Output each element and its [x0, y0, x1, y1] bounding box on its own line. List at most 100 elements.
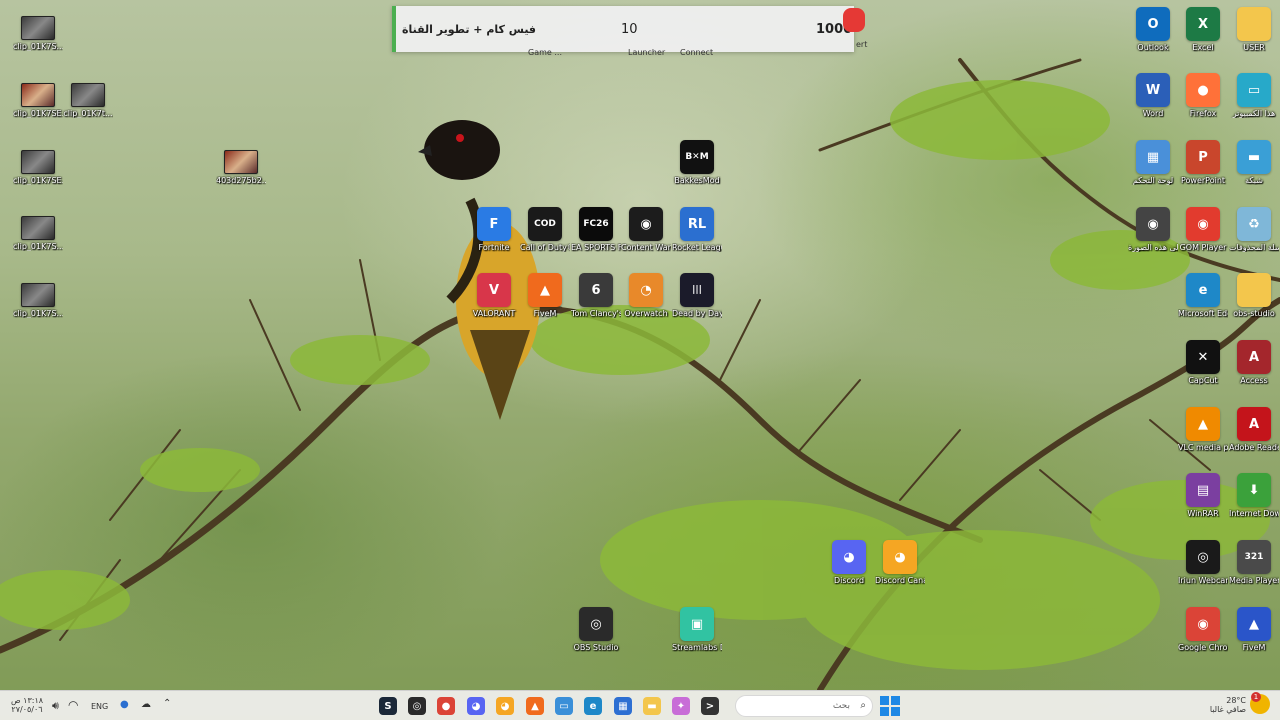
- edge-icon[interactable]: e: [584, 697, 602, 715]
- desktop-icon-access[interactable]: A Access: [1229, 340, 1279, 385]
- weather-widget[interactable]: 28°C صافي غالبا: [1196, 696, 1246, 714]
- desktop-icon-idm[interactable]: ⬇ Internet Downlo...: [1229, 473, 1279, 518]
- desktop-icon-clip[interactable]: clip_01K7S...: [13, 216, 63, 251]
- desktop-icon-fortnite[interactable]: F Fortnite: [469, 207, 519, 252]
- desktop-icon-chrome[interactable]: ◉ Google Chrome: [1178, 607, 1228, 652]
- desktop-icon-label: هذا الكمبيوتر: [1232, 109, 1276, 118]
- chrome-icon: ◉: [1186, 607, 1220, 641]
- peek-label: Game ...: [528, 48, 562, 57]
- dead-by-daylight-icon: |||: [680, 273, 714, 307]
- desktop-icon-recycle-bin[interactable]: ♻ سلة المحذوفات: [1229, 207, 1279, 252]
- desktop-icon-fivem[interactable]: ▲ FiveM: [520, 273, 570, 318]
- clock[interactable]: ١٣:١٨ ص ٢٧/٠٥/٠٦: [10, 696, 44, 714]
- discord-icon[interactable]: ◕: [467, 697, 485, 715]
- desktop-icon-clip[interactable]: 403d275b2...: [216, 150, 266, 185]
- language-indicator[interactable]: ENG: [91, 702, 108, 711]
- iriun-webcam-icon: ◎: [1186, 540, 1220, 574]
- wifi-icon[interactable]: ◠: [68, 698, 78, 712]
- speaker-icon[interactable]: 🔊︎: [52, 699, 59, 713]
- desktop-icon-streamlabs[interactable]: ▣ Streamlabs Desktop: [672, 607, 722, 652]
- desktop-icon-word[interactable]: W Word: [1128, 73, 1178, 118]
- desktop-icon-label: Fortnite: [478, 243, 510, 252]
- desktop-icon-label: شبكة: [1245, 176, 1263, 185]
- desktop-icon-outlook[interactable]: O Outlook: [1128, 7, 1178, 52]
- desktop-icon-label: Call of Duty® ...: [520, 243, 570, 252]
- notepad-icon[interactable]: ▭: [555, 697, 573, 715]
- chrome-icon[interactable]: ●: [437, 697, 455, 715]
- fivem-icon[interactable]: ▲: [526, 697, 544, 715]
- desktop-icon-mpc[interactable]: 321 Media Player Classic: [1229, 540, 1279, 585]
- obs-icon: ◎: [579, 607, 613, 641]
- video-thumbnail-icon: [224, 150, 258, 174]
- desktop-icon-excel[interactable]: X Excel: [1178, 7, 1228, 52]
- desktop-icon-label: clip_01K7SE...: [13, 176, 63, 185]
- desktop-icon-camera[interactable]: ◉ تعرف إلى هذه الصورة: [1128, 207, 1178, 252]
- desktop-icon-overwatch[interactable]: ◔ Overwatch: [621, 273, 671, 318]
- store-icon[interactable]: ▦: [614, 697, 632, 715]
- steam-icon[interactable]: S: [379, 697, 397, 715]
- clock-time: ١٣:١٨ ص: [10, 696, 44, 705]
- chevron-up-icon[interactable]: ⌃: [163, 698, 171, 709]
- taskbar: ١٣:١٨ ص ٢٧/٠٥/٠٦ 🔊︎ ◠ ENG ● ☁ ⌃ S ◎ ● ◕ ◕ ▲ ▭ e…: [0, 690, 1280, 720]
- call-of-duty-icon: COD: [528, 207, 562, 241]
- folder-icon: [1237, 273, 1271, 307]
- desktop-icon-iriun-webcam[interactable]: ◎ Iriun Webcam: [1178, 540, 1228, 585]
- vlc-icon: ▲: [1186, 407, 1220, 441]
- winrar-icon: ▤: [1186, 473, 1220, 507]
- notification-badge: 1: [1251, 692, 1261, 702]
- recycle-bin-icon: ♻: [1237, 207, 1271, 241]
- desktop-icon-fivem[interactable]: ▲ FiveM: [1229, 607, 1279, 652]
- desktop-icon-clip[interactable]: clip_01K7S...: [13, 16, 63, 51]
- desktop-icon-content-warning[interactable]: ◉ Content Warning: [621, 207, 671, 252]
- desktop-icon-label: Microsoft Edge: [1178, 309, 1228, 318]
- desktop-icon-control-panel[interactable]: ▦ لوحة التحكم: [1128, 140, 1178, 185]
- copilot-icon[interactable]: ✦: [672, 697, 690, 715]
- desktop-icon-gom-player[interactable]: ◉ GOM Player: [1178, 207, 1228, 252]
- desktop-icon-capcut[interactable]: ✕ CapCut: [1178, 340, 1228, 385]
- desktop-icon-firefox[interactable]: ● Firefox: [1178, 73, 1228, 118]
- desktop-icon-call-of-duty[interactable]: COD Call of Duty® ...: [520, 207, 570, 252]
- start-button[interactable]: [880, 696, 900, 716]
- desktop-icon-dead-by-daylight[interactable]: ||| Dead by Daylight: [672, 273, 722, 318]
- desktop-icon-valorant[interactable]: V VALORANT: [469, 273, 519, 318]
- desktop-icon-discord[interactable]: ◕ Discord: [824, 540, 874, 585]
- desktop-icon-network[interactable]: ▬ شبكة: [1229, 140, 1279, 185]
- streamlabs-icon: ▣: [680, 607, 714, 641]
- desktop-icon-clip[interactable]: clip_01K7SE...: [13, 83, 63, 118]
- desktop-icon-edge[interactable]: e Microsoft Edge: [1178, 273, 1228, 318]
- file-explorer-icon[interactable]: ▬: [643, 697, 661, 715]
- desktop-icon-adobe-reader[interactable]: A Adobe Reader X: [1229, 407, 1279, 452]
- desktop-icon-label: WinRAR: [1187, 509, 1219, 518]
- desktop-icon-rainbow-six[interactable]: 6 Tom Clancy's Rainbow Si...: [571, 273, 621, 318]
- desktop-icon-clip[interactable]: clip_01K7S...: [13, 283, 63, 318]
- desktop-icon-folder[interactable]: obs-studio: [1229, 273, 1279, 318]
- microphone-icon[interactable]: ●: [120, 699, 129, 710]
- desktop-icon-rocket-league[interactable]: RL Rocket League®: [672, 207, 722, 252]
- desktop-icon-clip[interactable]: clip_01K7t...: [63, 83, 113, 118]
- desktop-icon-this-pc[interactable]: ▭ هذا الكمبيوتر: [1229, 73, 1279, 118]
- firefox-icon: ●: [1186, 73, 1220, 107]
- desktop-icon-label: VALORANT: [472, 309, 516, 318]
- desktop-icon-vlc[interactable]: ▲ VLC media player: [1178, 407, 1228, 452]
- video-thumbnail-icon: [21, 216, 55, 240]
- ea-fc-icon: FC26: [579, 207, 613, 241]
- onedrive-icon[interactable]: ☁: [141, 699, 151, 710]
- desktop-icon-label: Access: [1240, 376, 1268, 385]
- desktop-icon-folder[interactable]: USER: [1229, 7, 1279, 52]
- desktop-icon-clip[interactable]: clip_01K7SE...: [13, 150, 63, 185]
- discord-canary-icon[interactable]: ◕: [496, 697, 514, 715]
- search-box[interactable]: بحث ⌕: [735, 695, 873, 717]
- adobe-reader-icon: A: [1237, 407, 1271, 441]
- obs-icon[interactable]: ◎: [408, 697, 426, 715]
- desktop-icon-bakkesmod[interactable]: B✕M BakkesMod: [672, 140, 722, 185]
- desktop-icon-winrar[interactable]: ▤ WinRAR: [1178, 473, 1228, 518]
- desktop-icon-label: VLC media player: [1178, 443, 1228, 452]
- desktop-icon-ea-fc[interactable]: FC26 EA SPORTS FC 26: [571, 207, 621, 252]
- desktop-icon-powerpoint[interactable]: P PowerPoint: [1178, 140, 1228, 185]
- network-icon: ▬: [1237, 140, 1271, 174]
- terminal-icon[interactable]: >: [701, 697, 719, 715]
- desktop-icon-label: Discord Canary: [875, 576, 925, 585]
- desktop-icon-label: EA SPORTS FC 26: [571, 243, 621, 252]
- desktop-icon-obs[interactable]: ◎ OBS Studio: [571, 607, 621, 652]
- desktop-icon-discord-canary[interactable]: ◕ Discord Canary: [875, 540, 925, 585]
